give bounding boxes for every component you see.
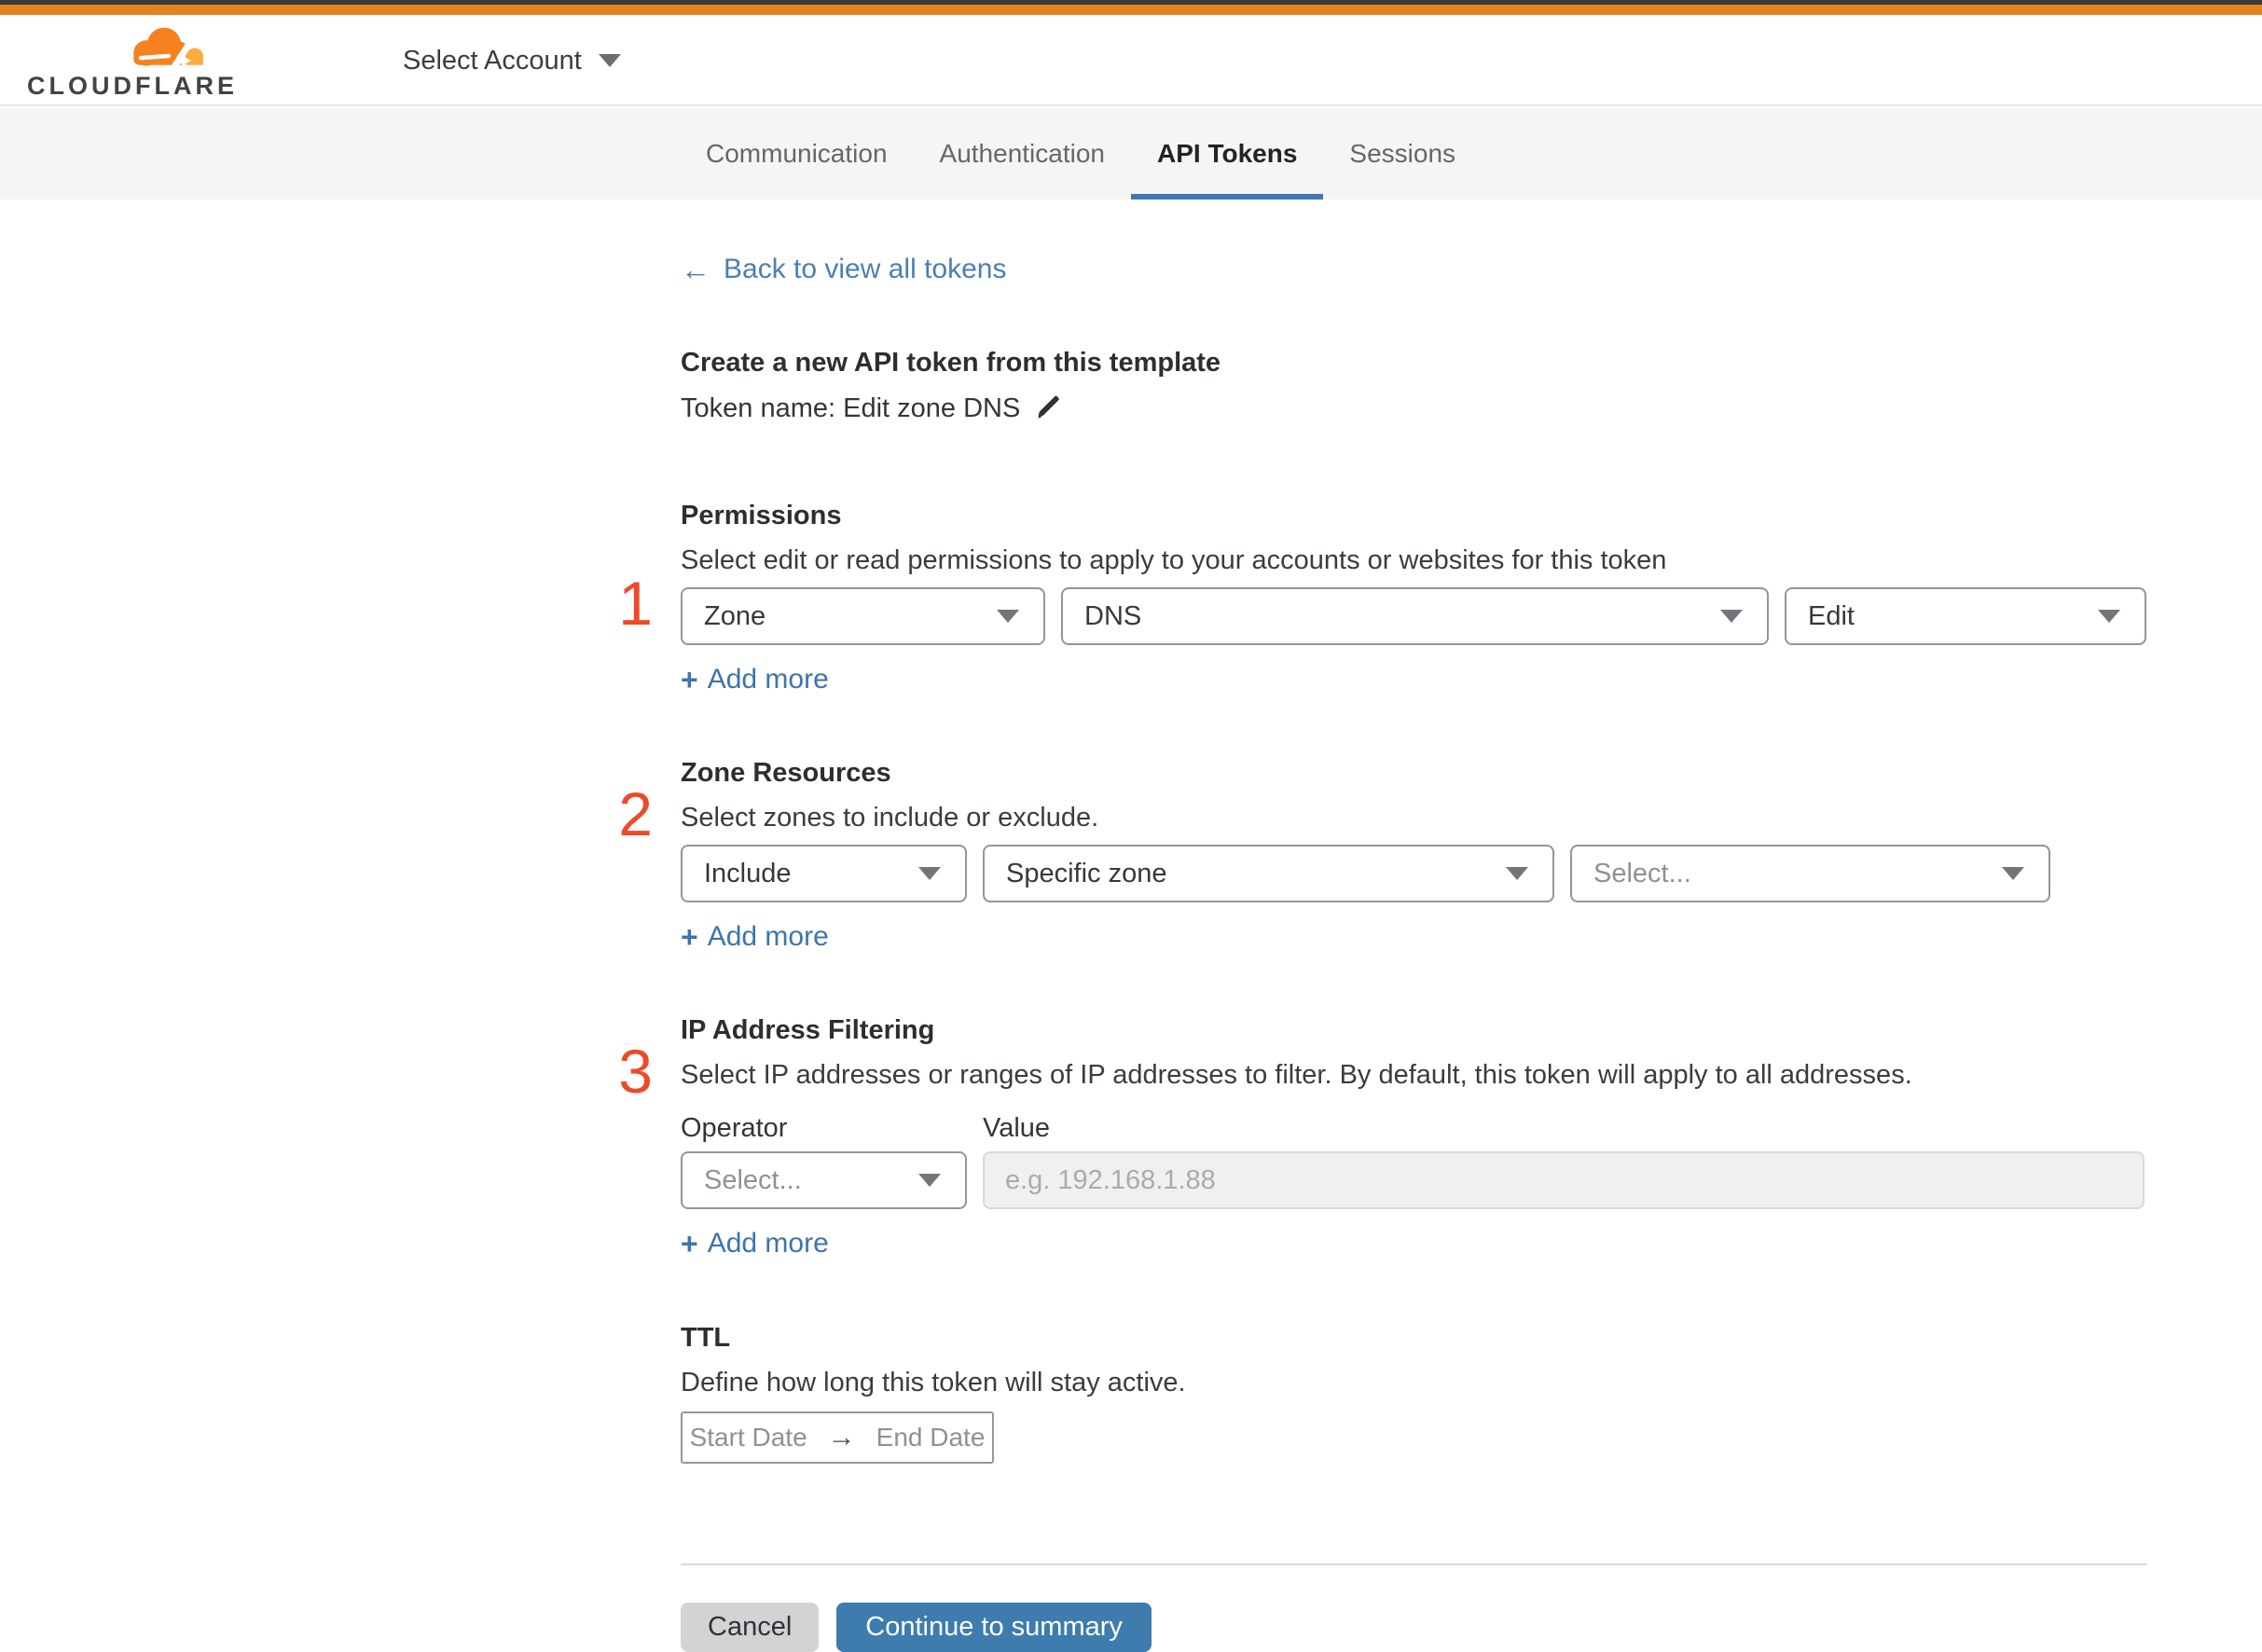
ip-filtering-section: IP Address Filtering Select IP addresses… (681, 1014, 2147, 1260)
start-date-placeholder: Start Date (689, 1423, 807, 1452)
tab-sessions[interactable]: Sessions (1323, 108, 1482, 200)
permissions-section: Permissions Select edit or read permissi… (681, 500, 2147, 695)
tab-communication[interactable]: Communication (680, 108, 914, 200)
chevron-down-icon (2098, 610, 2120, 623)
permissions-description: Select edit or read permissions to apply… (681, 545, 1667, 575)
select-value: Include (704, 858, 792, 888)
ttl-description: Define how long this token will stay act… (681, 1368, 1186, 1397)
chevron-down-icon (918, 1174, 941, 1187)
main-content: ← Back to view all tokens 1 2 3 Create a… (0, 200, 2262, 1652)
zone-type-select[interactable]: Specific zone (983, 845, 1554, 902)
zone-resources-select-row: Include Specific zone Select... (681, 845, 2147, 902)
chevron-down-icon (997, 610, 1019, 623)
ttl-heading: TTL (681, 1323, 731, 1353)
back-to-tokens-link[interactable]: ← Back to view all tokens (681, 254, 1006, 285)
ip-filtering-add-more-link[interactable]: + Add more (681, 1228, 829, 1260)
plus-icon: + (681, 920, 698, 954)
permissions-add-more-link[interactable]: + Add more (681, 664, 829, 695)
right-arrow-icon: → (827, 1422, 856, 1452)
ip-value-input (983, 1151, 2145, 1209)
tab-bar: Communication Authentication API Tokens … (0, 108, 2262, 200)
tabs: Communication Authentication API Tokens … (680, 108, 1482, 200)
ip-field-labels: Operator Value (681, 1113, 2147, 1144)
back-link-label: Back to view all tokens (724, 254, 1007, 284)
token-name-text: Token name: Edit zone DNS (681, 393, 1021, 423)
ip-filtering-heading: IP Address Filtering (681, 1015, 935, 1045)
permission-scope-select[interactable]: Zone (681, 587, 1045, 645)
chevron-down-icon (598, 54, 621, 67)
header: CLOUDFLARE Select Account (0, 15, 2262, 106)
step-number-1: 1 (618, 569, 653, 638)
zone-include-exclude-select[interactable]: Include (681, 845, 967, 902)
back-arrow-icon: ← (681, 253, 710, 286)
cloudflare-wordmark: CLOUDFLARE (27, 72, 238, 100)
chevron-down-icon (2002, 867, 2024, 880)
permission-access-select[interactable]: Edit (1785, 587, 2146, 645)
select-placeholder: Select... (704, 1164, 802, 1195)
add-more-label: Add more (707, 1228, 829, 1259)
edit-pencil-icon[interactable] (1035, 395, 1063, 423)
zone-resources-section: Zone Resources Select zones to include o… (681, 757, 2147, 953)
ip-filtering-description: Select IP addresses or ranges of IP addr… (681, 1060, 1912, 1090)
ttl-section: TTL Define how long this token will stay… (681, 1322, 2147, 1464)
permissions-select-row: Zone DNS Edit (681, 587, 2147, 645)
add-more-label: Add more (707, 921, 829, 952)
permissions-heading: Permissions (681, 501, 842, 530)
continue-to-summary-button[interactable]: Continue to summary (836, 1603, 1152, 1652)
step-number-3: 3 (618, 1037, 653, 1106)
step-number-2: 2 (618, 779, 653, 848)
tab-authentication[interactable]: Authentication (914, 108, 1131, 200)
select-value: Edit (1808, 600, 1855, 631)
ip-filtering-row: Select... (681, 1151, 2147, 1209)
operator-label: Operator (681, 1113, 788, 1143)
tab-api-tokens[interactable]: API Tokens (1131, 108, 1324, 200)
select-value: DNS (1084, 600, 1142, 631)
permission-group-select[interactable]: DNS (1061, 587, 1769, 645)
select-placeholder: Select... (1593, 858, 1691, 888)
ip-operator-select[interactable]: Select... (681, 1151, 967, 1209)
select-account-dropdown[interactable]: Select Account (403, 15, 621, 106)
select-account-label: Select Account (403, 45, 582, 76)
zone-resources-heading: Zone Resources (681, 758, 891, 788)
footer-buttons: Cancel Continue to summary (681, 1603, 2147, 1652)
select-value: Zone (704, 600, 766, 631)
add-more-label: Add more (707, 664, 829, 695)
cloudflare-cloud-icon (133, 27, 203, 72)
end-date-placeholder: End Date (876, 1423, 986, 1452)
cloudflare-logo: CLOUDFLARE (27, 24, 238, 100)
footer-divider (681, 1563, 2147, 1565)
chevron-down-icon (918, 867, 941, 880)
cancel-button[interactable]: Cancel (681, 1603, 820, 1652)
value-label: Value (983, 1113, 1051, 1143)
zone-resources-description: Select zones to include or exclude. (681, 803, 1099, 833)
plus-icon: + (681, 1227, 698, 1260)
create-token-heading: Create a new API token from this templat… (681, 348, 1221, 378)
token-name-section: Create a new API token from this templat… (681, 347, 2147, 424)
top-orange-strip (0, 5, 2262, 15)
zone-resources-add-more-link[interactable]: + Add more (681, 921, 829, 953)
zone-name-select[interactable]: Select... (1570, 845, 2050, 902)
chevron-down-icon (1720, 610, 1743, 623)
chevron-down-icon (1506, 867, 1528, 880)
plus-icon: + (681, 663, 698, 696)
select-value: Specific zone (1006, 858, 1167, 888)
ttl-date-range-picker[interactable]: Start Date → End Date (681, 1411, 994, 1464)
